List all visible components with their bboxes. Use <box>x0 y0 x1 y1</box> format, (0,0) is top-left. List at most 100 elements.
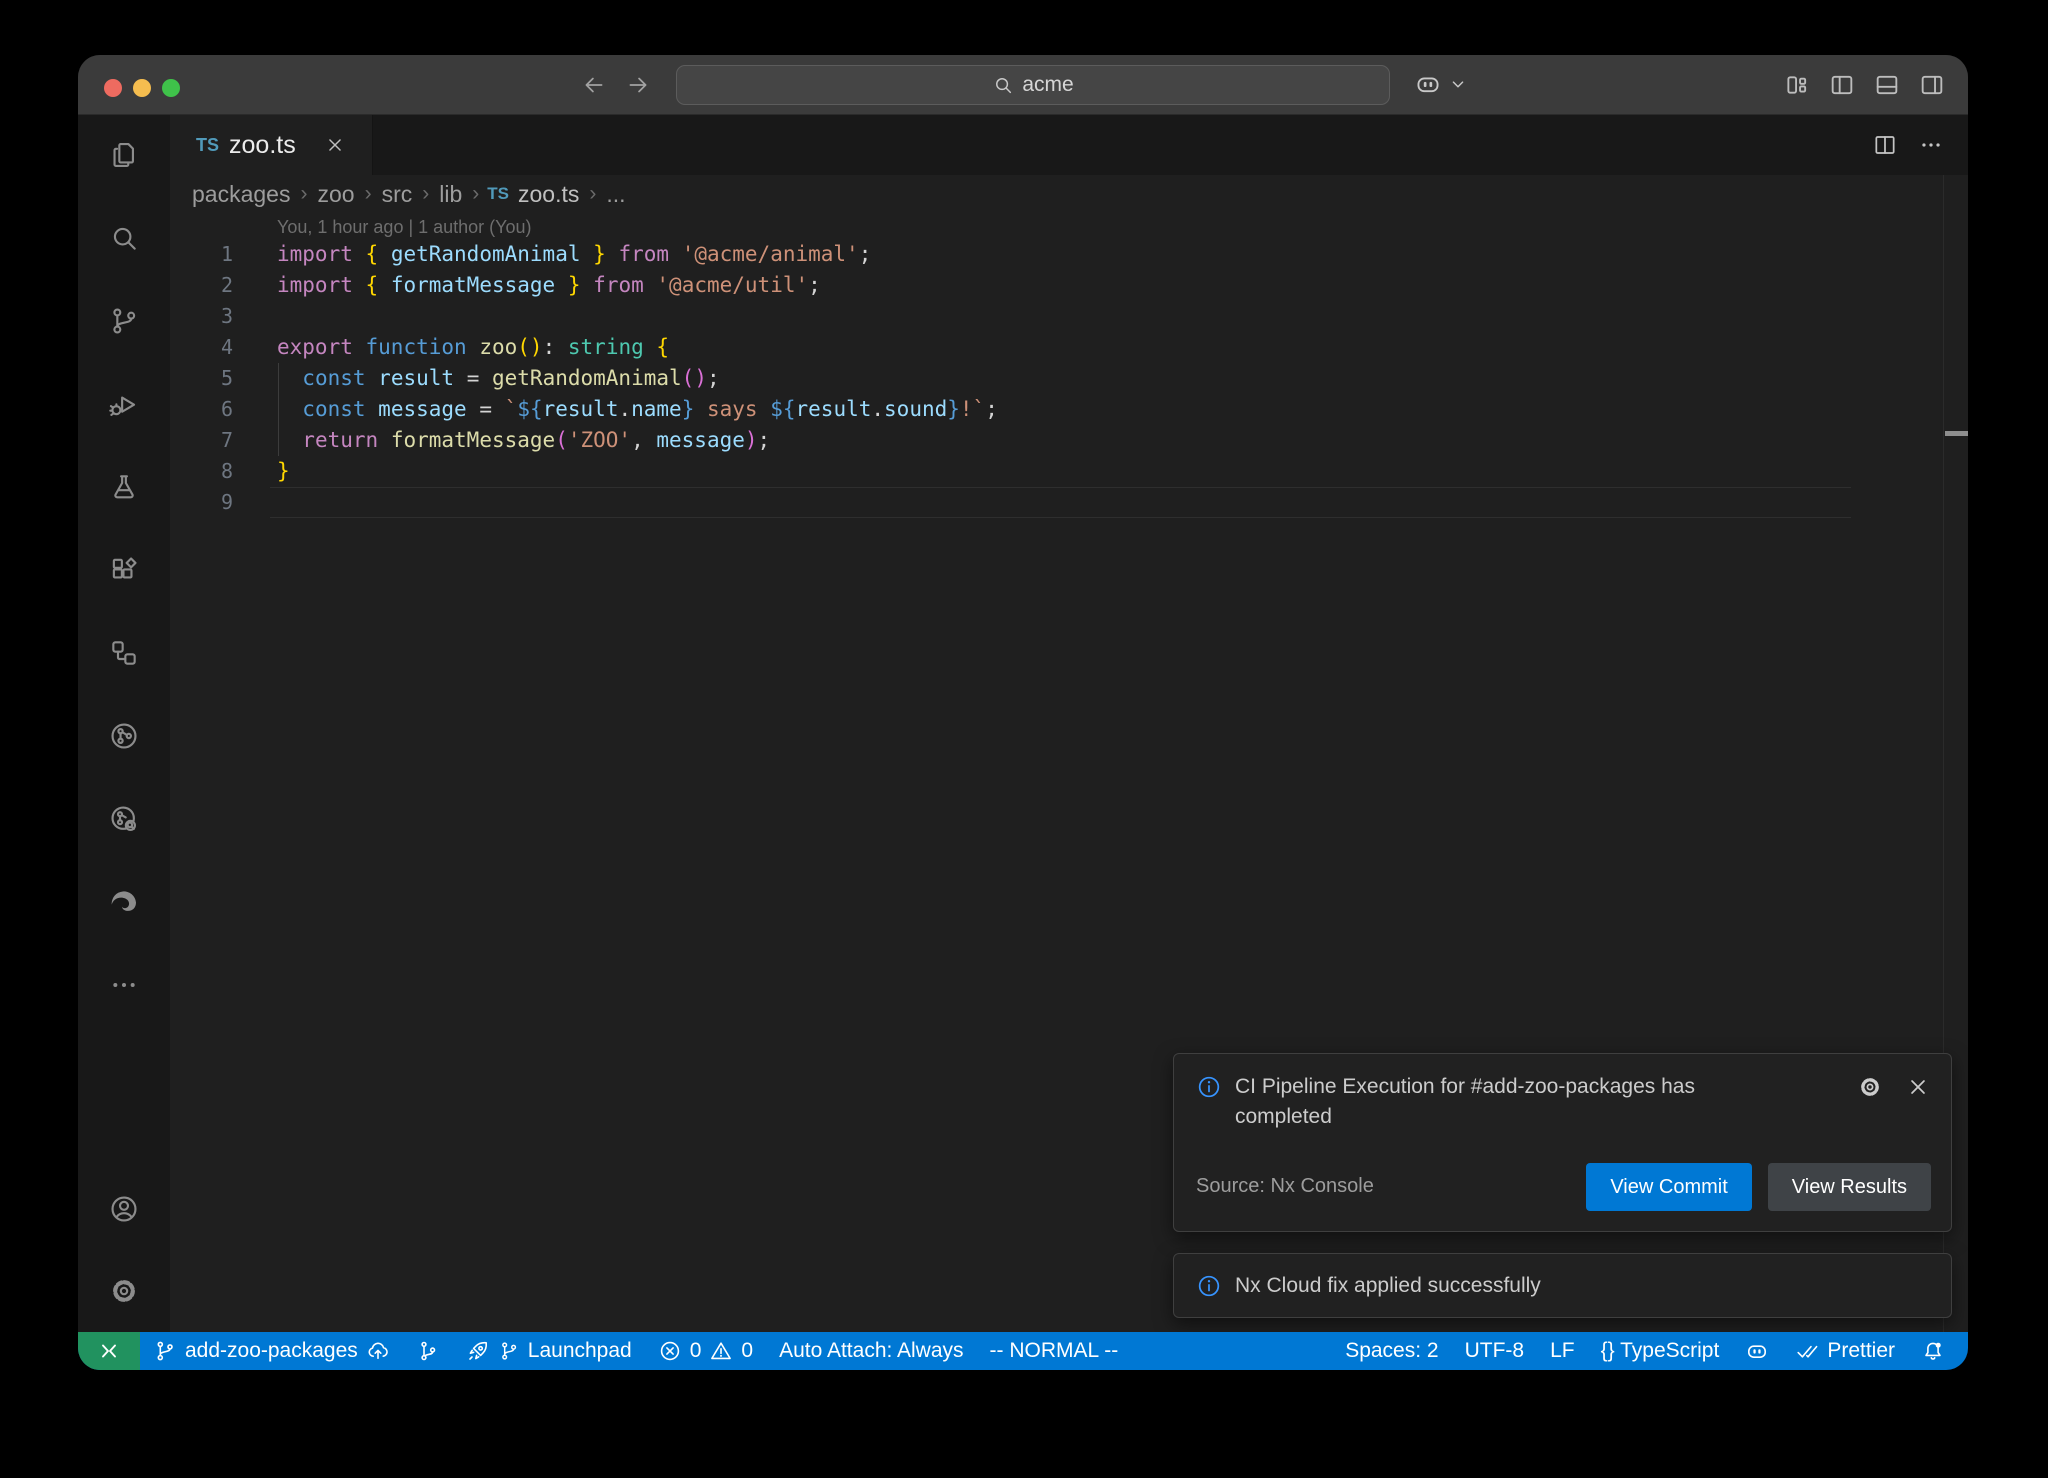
editor-actions <box>1872 115 1944 175</box>
run-debug-icon[interactable] <box>108 388 140 420</box>
code-line-8[interactable]: 8} <box>170 456 1968 487</box>
mini-branch-icon <box>498 1340 520 1362</box>
commit-graph-icon[interactable] <box>108 720 140 752</box>
language-status[interactable]: {} TypeScript <box>1588 1332 1733 1370</box>
status-label: Auto Attach: Always <box>779 1339 963 1363</box>
extensions-icon[interactable] <box>108 554 140 586</box>
problems-status[interactable]: 00 <box>645 1332 766 1370</box>
source-control-icon[interactable] <box>108 305 140 337</box>
customize-layout-icon[interactable] <box>1783 71 1811 99</box>
graph-search-icon[interactable] <box>108 803 140 835</box>
hierarchy-icon[interactable] <box>108 637 140 669</box>
vim-mode-status[interactable]: -- NORMAL -- <box>977 1332 1132 1370</box>
double-check-icon <box>1795 1339 1819 1363</box>
typescript-file-icon: TS <box>196 135 219 156</box>
status-bar-right: Spaces: 2 UTF-8LF {} TypeScript Prettier <box>1332 1332 1968 1370</box>
tab-bar: TS zoo.ts <box>170 115 1968 175</box>
settings-gear-icon[interactable] <box>108 1275 140 1307</box>
window-minimize-button[interactable] <box>133 79 151 97</box>
code-line-7[interactable]: 7 return formatMessage('ZOO', message); <box>170 425 1968 456</box>
status-label: 0 <box>741 1339 753 1363</box>
code-text: export function zoo(): string { <box>277 332 669 363</box>
scm-graph-status[interactable] <box>403 1332 453 1370</box>
remote-indicator[interactable] <box>78 1332 140 1370</box>
copilot-status[interactable] <box>1732 1332 1782 1370</box>
copilot-menu[interactable] <box>1414 70 1469 98</box>
toggle-panel-icon[interactable] <box>1873 71 1901 99</box>
search-icon[interactable] <box>108 222 140 254</box>
cloud-upload-icon <box>366 1339 390 1363</box>
notification-toast: CI Pipeline Execution for #add-zoo-packa… <box>1173 1053 1952 1232</box>
line-number: 8 <box>170 456 233 487</box>
code-line-4[interactable]: 4 export function zoo(): string { <box>170 332 1968 363</box>
testing-icon[interactable] <box>108 471 140 503</box>
notification-message: Nx Cloud fix applied successfully <box>1235 1271 1541 1301</box>
overview-ruler-marker <box>1945 431 1968 436</box>
view-results-button[interactable]: View Results <box>1768 1163 1931 1211</box>
notifications-status[interactable] <box>1908 1332 1958 1370</box>
line-number: 9 <box>170 487 233 518</box>
account-icon[interactable] <box>108 1193 140 1225</box>
search-value: acme <box>1022 73 1073 97</box>
branch-status[interactable]: add-zoo-packages <box>140 1332 403 1370</box>
more-icon[interactable] <box>108 969 140 1001</box>
notification-toast: Nx Cloud fix applied successfully <box>1173 1253 1952 1318</box>
code-line-6[interactable]: 6 const message = `${result.name} says $… <box>170 394 1968 425</box>
tab-zoo-ts[interactable]: TS zoo.ts <box>170 115 373 175</box>
prettier-status[interactable]: Prettier <box>1782 1332 1908 1370</box>
line-number: 2 <box>170 270 233 301</box>
eol-status[interactable]: LF <box>1537 1332 1588 1370</box>
window-close-button[interactable] <box>104 79 122 97</box>
notification-message: CI Pipeline Execution for #add-zoo-packa… <box>1235 1072 1765 1132</box>
line-number: 6 <box>170 394 233 425</box>
status-label: 0 <box>690 1339 702 1363</box>
split-editor-icon[interactable] <box>1872 132 1898 158</box>
code-line-9[interactable]: 9 <box>170 487 1968 518</box>
status-label: Spaces: 2 <box>1345 1339 1438 1363</box>
notification-close-icon[interactable] <box>1905 1074 1931 1100</box>
code-text: } <box>277 456 290 487</box>
status-label: {} TypeScript <box>1601 1339 1720 1363</box>
tab-close-icon[interactable] <box>324 134 346 156</box>
toggle-secondary-sidebar-icon[interactable] <box>1918 71 1946 99</box>
command-center-search[interactable]: acme <box>676 65 1390 105</box>
explorer-icon[interactable] <box>108 139 140 171</box>
window-zoom-button[interactable] <box>162 79 180 97</box>
encoding-status[interactable]: UTF-8 <box>1452 1332 1538 1370</box>
code-text: import { getRandomAnimal } from '@acme/a… <box>277 239 871 270</box>
notification-source: Source: Nx Console <box>1196 1171 1374 1201</box>
toggle-primary-sidebar-icon[interactable] <box>1828 71 1856 99</box>
status-label: Launchpad <box>528 1339 632 1363</box>
code-line-2[interactable]: 2 import { formatMessage } from '@acme/ut… <box>170 270 1968 301</box>
rocket-icon <box>466 1339 490 1363</box>
launchpad-status[interactable]: Launchpad <box>453 1332 645 1370</box>
code-text: import { formatMessage } from '@acme/uti… <box>277 270 821 301</box>
error-circle-icon <box>658 1339 682 1363</box>
chevron-down-icon <box>1447 73 1469 95</box>
back-button[interactable] <box>581 72 607 98</box>
code-line-5[interactable]: 5 const result = getRandomAnimal(); <box>170 363 1968 394</box>
status-label: Prettier <box>1827 1339 1895 1363</box>
code-line-1[interactable]: 1import { getRandomAnimal } from '@acme/… <box>170 239 1968 270</box>
info-icon <box>1196 1273 1222 1299</box>
copilot-icon <box>1414 70 1442 98</box>
code-line-3[interactable]: 3 <box>170 301 1968 332</box>
status-bar: add-zoo-packagesLaunchpad00Auto Attach: … <box>78 1332 1968 1370</box>
more-actions-icon[interactable] <box>1918 132 1944 158</box>
view-commit-button[interactable]: View Commit <box>1586 1163 1751 1211</box>
activity-bar <box>78 115 170 1332</box>
line-number: 7 <box>170 425 233 456</box>
vscode-window: acme TS zoo.ts <box>78 55 1968 1370</box>
status-label: -- NORMAL -- <box>990 1339 1119 1363</box>
code-text: return formatMessage('ZOO', message); <box>277 425 770 456</box>
titlebar: acme <box>78 55 1968 115</box>
bell-dot-icon <box>1921 1339 1945 1363</box>
auto-attach-status[interactable]: Auto Attach: Always <box>766 1332 976 1370</box>
edge-devtools-icon[interactable] <box>108 886 140 918</box>
notification-settings-icon[interactable] <box>1857 1074 1883 1100</box>
warning-triangle-icon <box>709 1339 733 1363</box>
tab-label: zoo.ts <box>229 131 296 160</box>
line-number: 4 <box>170 332 233 363</box>
forward-button[interactable] <box>625 72 651 98</box>
spaces-status[interactable]: Spaces: 2 <box>1332 1332 1451 1370</box>
